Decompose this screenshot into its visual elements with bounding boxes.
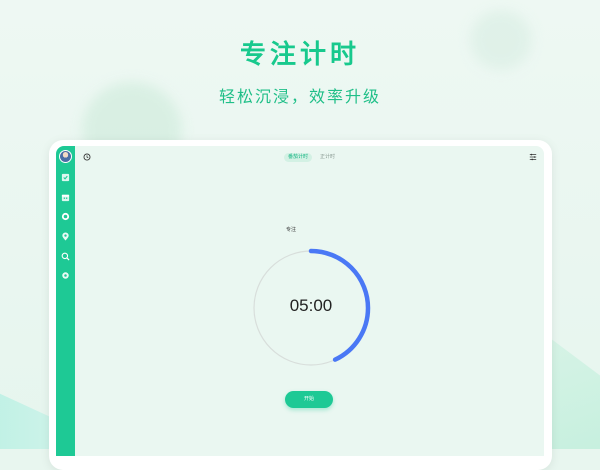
- search-icon[interactable]: [61, 252, 70, 261]
- hero-title: 专注计时: [239, 40, 360, 70]
- tab-pomodoro[interactable]: 番茄计时: [284, 152, 313, 162]
- settings-list-icon[interactable]: [529, 153, 537, 161]
- tab-stopwatch[interactable]: 正计时: [316, 153, 339, 162]
- avatar[interactable]: [59, 150, 72, 163]
- timer-label: 专注: [286, 227, 297, 233]
- timer-display: 05:00: [289, 296, 333, 315]
- calendar-icon[interactable]: [61, 193, 70, 202]
- start-button[interactable]: 开始: [285, 391, 333, 408]
- hero-subtitle: 轻松沉浸，效率升级: [218, 87, 381, 106]
- app-screen: 番茄计时 正计时 专注 05:00 开始: [56, 146, 544, 456]
- sidebar: [56, 146, 75, 456]
- timer-mode-tabs: 番茄计时 正计时: [284, 152, 339, 162]
- history-icon[interactable]: [83, 153, 91, 161]
- location-pin-icon[interactable]: [61, 232, 70, 241]
- checkbox-icon[interactable]: [61, 173, 70, 182]
- settings-icon[interactable]: [61, 271, 70, 280]
- target-icon[interactable]: [61, 212, 70, 221]
